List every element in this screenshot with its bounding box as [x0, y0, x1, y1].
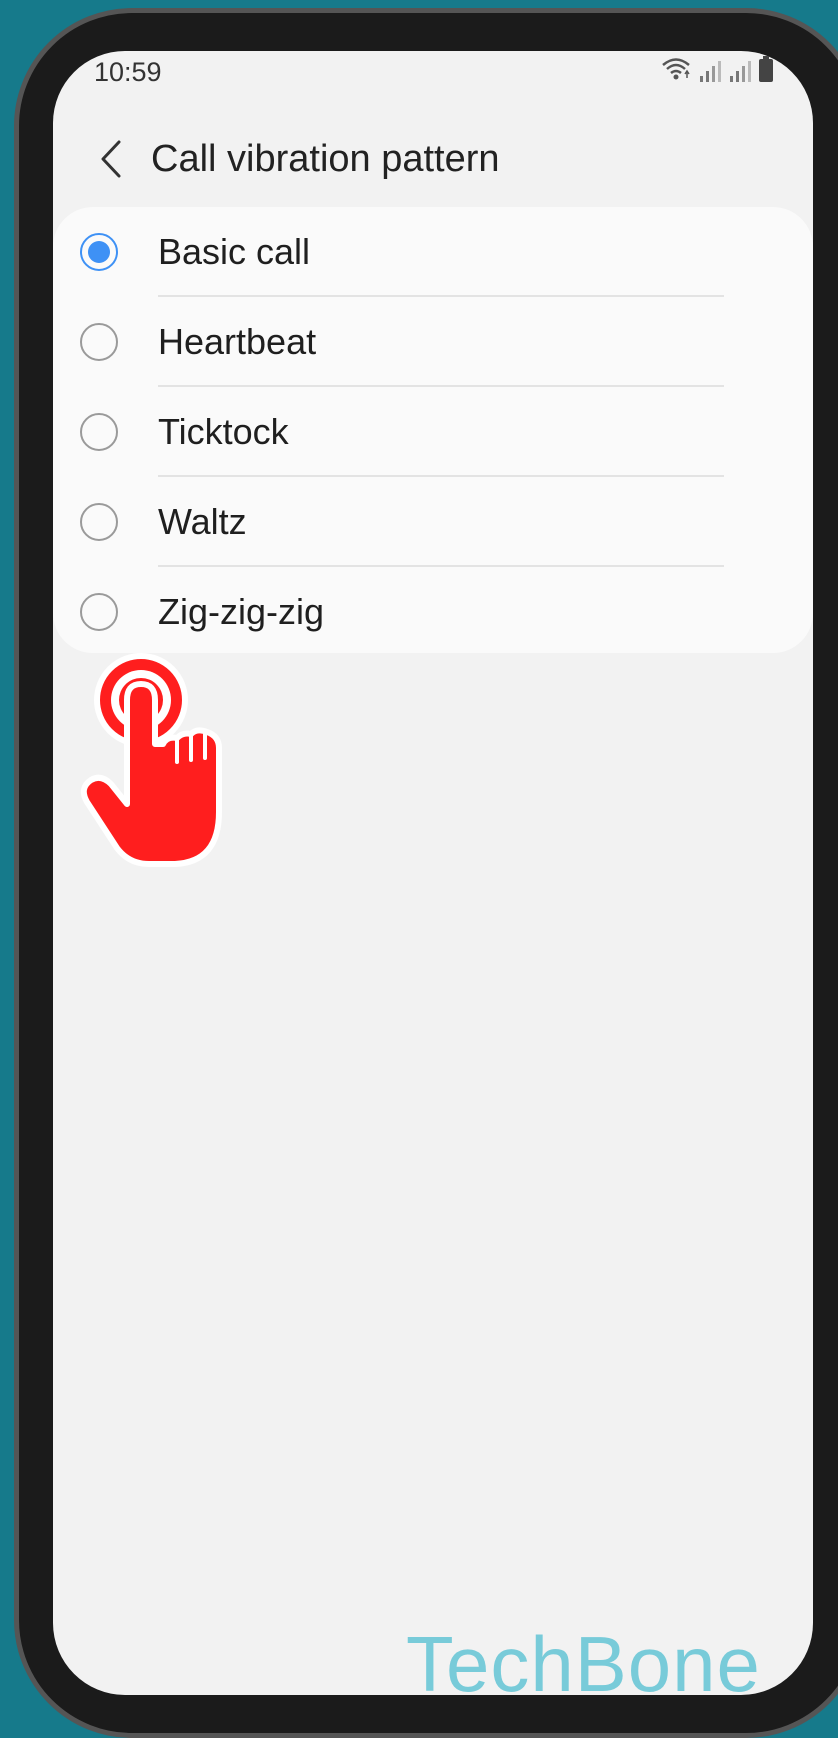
status-time: 10:59	[94, 57, 162, 87]
status-bar: 10:59	[53, 51, 813, 95]
back-button[interactable]	[89, 131, 133, 191]
option-label: Ticktock	[158, 411, 289, 452]
option-label: Basic call	[158, 231, 311, 272]
radio-button[interactable]	[80, 593, 118, 631]
title-bar: Call vibration pattern	[53, 111, 813, 211]
option-basic-call[interactable]: Basic call	[53, 207, 813, 297]
option-zig-zig-zig[interactable]: Zig-zig-zig	[53, 567, 813, 657]
option-label: Zig-zig-zig	[158, 591, 325, 632]
back-chevron-icon	[99, 139, 123, 184]
page-title: Call vibration pattern	[151, 138, 500, 180]
radio-button[interactable]	[80, 413, 118, 451]
option-ticktock[interactable]: Ticktock	[53, 387, 813, 477]
battery-icon	[759, 56, 773, 87]
option-label: Waltz	[158, 501, 247, 542]
radio-button[interactable]	[80, 323, 118, 361]
option-heartbeat[interactable]: Heartbeat	[53, 297, 813, 387]
wifi-icon	[661, 56, 691, 87]
radio-button[interactable]	[80, 503, 118, 541]
option-waltz[interactable]: Waltz	[53, 477, 813, 567]
options-list: Basic call Heartbeat Ticktock Waltz Zig-…	[53, 207, 813, 653]
signal-icon	[729, 60, 751, 87]
watermark: TechBone	[406, 1620, 761, 1695]
status-icons	[661, 56, 773, 87]
option-label: Heartbeat	[158, 321, 317, 362]
radio-button-selected[interactable]	[80, 233, 118, 271]
signal-icon	[699, 60, 721, 87]
tap-hand-icon	[79, 652, 229, 882]
